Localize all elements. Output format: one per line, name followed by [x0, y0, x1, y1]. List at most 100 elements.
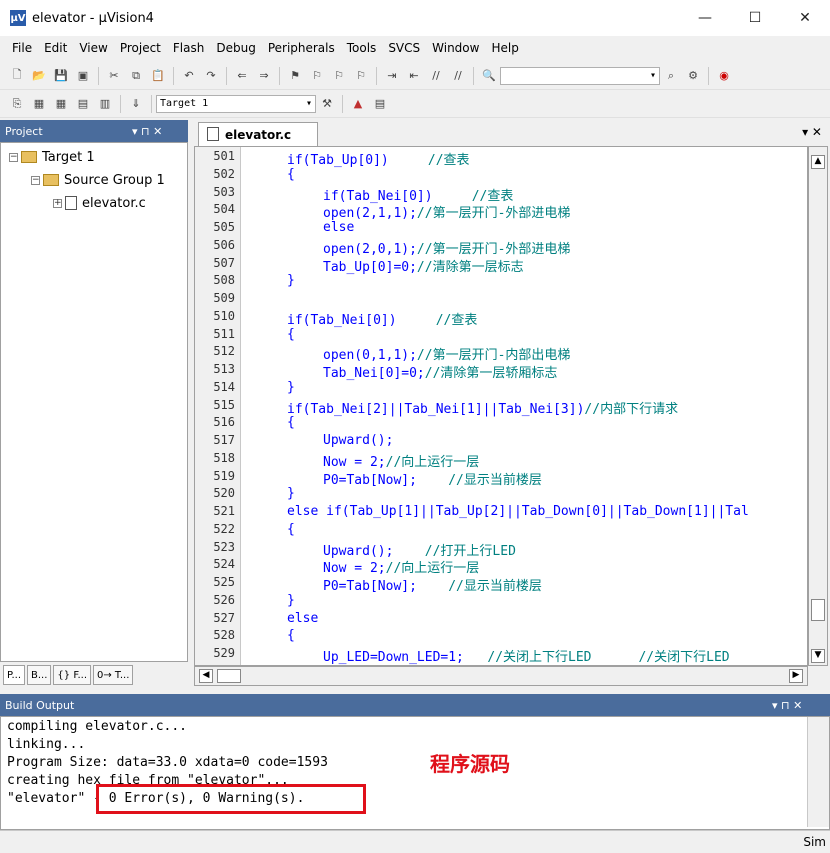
menu-item-peripherals[interactable]: Peripherals — [262, 41, 341, 55]
collapse-icon[interactable]: − — [9, 152, 18, 162]
menu-item-file[interactable]: File — [6, 41, 38, 55]
code-text: } — [287, 486, 295, 501]
target-select[interactable]: Target 1 ▾ — [156, 94, 316, 113]
debug-settings-icon[interactable]: ⚙ — [684, 67, 702, 85]
save-icon[interactable]: 💾 — [52, 67, 70, 85]
editor-tab-controls[interactable]: ▾ ✕ — [802, 125, 822, 139]
rebuild-icon[interactable]: ▦ — [52, 95, 70, 113]
build-line: linking... — [7, 737, 86, 752]
copy-icon[interactable]: ⧉ — [127, 67, 145, 85]
toolbar-separator — [98, 66, 99, 85]
download-icon[interactable]: ⇓ — [127, 95, 145, 113]
nav-forward-icon[interactable]: ⇒ — [255, 67, 273, 85]
open-file-icon[interactable]: 📂 — [30, 67, 48, 85]
bookmark-next-icon[interactable]: ⚐ — [330, 67, 348, 85]
build-vertical-scrollbar[interactable] — [807, 717, 829, 827]
menu-item-tools[interactable]: Tools — [341, 41, 383, 55]
line-number: 505 — [213, 220, 235, 234]
code-comment: //打开上行LED — [393, 543, 516, 559]
undo-icon[interactable]: ↶ — [180, 67, 198, 85]
scroll-thumb[interactable] — [217, 669, 241, 683]
code-comment: //第一层开门-内部出电梯 — [416, 348, 571, 364]
start-debug-icon[interactable]: ◉ — [715, 67, 733, 85]
menu-item-svcs[interactable]: SVCS — [382, 41, 426, 55]
toolbar-separator — [342, 94, 343, 113]
nav-back-icon[interactable]: ⇐ — [233, 67, 251, 85]
cut-icon[interactable]: ✂ — [105, 67, 123, 85]
line-number: 517 — [213, 433, 235, 447]
code-text: Upward(); //打开上行LED — [323, 540, 516, 559]
code-comment: //向上运行一层 — [385, 561, 480, 577]
batch-build-icon[interactable]: ▤ — [74, 95, 92, 113]
menu-item-edit[interactable]: Edit — [38, 41, 73, 55]
find-in-files-icon[interactable]: 🔍 — [480, 67, 498, 85]
tree-item-label: Source Group 1 — [64, 172, 165, 188]
code-statement: { — [287, 521, 295, 537]
tab-books[interactable]: B... — [27, 665, 52, 685]
close-button[interactable]: ✕ — [780, 0, 830, 36]
collapse-icon[interactable]: − — [31, 175, 40, 185]
code-statement: { — [287, 415, 295, 431]
manage-components-icon[interactable]: ▲ — [349, 95, 367, 113]
tree-item-target[interactable]: − Target 1 — [9, 147, 95, 167]
build-output-controls[interactable]: ▾ ⊓ ✕ — [772, 699, 802, 712]
select-packs-icon[interactable]: ▤ — [371, 95, 389, 113]
unindent-icon[interactable]: ⇤ — [405, 67, 423, 85]
code-comment: //显示当前楼层 — [416, 579, 542, 594]
code-statement: } — [287, 273, 295, 289]
stop-build-icon[interactable]: ▥ — [96, 95, 114, 113]
bookmark-prev-icon[interactable]: ⚐ — [308, 67, 326, 85]
menu-item-window[interactable]: Window — [426, 41, 485, 55]
menu-item-flash[interactable]: Flash — [167, 41, 210, 55]
tree-item-file[interactable]: + elevator.c — [53, 193, 146, 213]
maximize-button[interactable]: ☐ — [730, 0, 780, 36]
find-combo[interactable]: ▾ — [500, 66, 660, 85]
translate-icon[interactable]: ⎘ — [8, 95, 26, 113]
code-statement: Up_LED=Down_LED=1; — [323, 650, 464, 665]
tree-item-source-group[interactable]: − Source Group 1 — [31, 170, 165, 190]
project-panel-controls[interactable]: ▾ ⊓ ✕ — [132, 125, 162, 138]
target-options-icon[interactable]: ⚒ — [318, 95, 336, 113]
comment-icon[interactable]: // — [427, 67, 445, 85]
scroll-down-icon[interactable]: ▼ — [811, 649, 825, 663]
code-line: 522 { — [195, 521, 807, 540]
indent-icon[interactable]: ⇥ — [383, 67, 401, 85]
line-number: 501 — [213, 149, 235, 163]
code-text: Upward(); — [323, 433, 393, 448]
paste-icon[interactable]: 📋 — [149, 67, 167, 85]
line-number: 528 — [213, 628, 235, 643]
project-tree: − Target 1 − Source Group 1 + elevator.c — [0, 142, 188, 662]
line-number: 529 — [213, 646, 235, 660]
tab-elevator-c[interactable]: elevator.c — [198, 122, 318, 146]
editor-horizontal-scrollbar[interactable]: ◀ ▶ — [194, 666, 808, 686]
build-icon[interactable]: ▦ — [30, 95, 48, 113]
scroll-left-icon[interactable]: ◀ — [199, 669, 213, 683]
tab-project[interactable]: P... — [3, 665, 26, 685]
save-all-icon[interactable]: ▣ — [74, 67, 92, 85]
line-number: 516 — [213, 415, 235, 430]
menu-item-project[interactable]: Project — [114, 41, 167, 55]
code-statement: Now = 2; — [323, 561, 386, 577]
editor-vertical-scrollbar[interactable]: ▲ ▼ — [808, 146, 828, 666]
expand-icon[interactable]: + — [53, 198, 62, 208]
minimize-button[interactable]: — — [680, 0, 730, 36]
new-file-icon[interactable]: 🗋 — [8, 67, 26, 85]
redo-icon[interactable]: ↷ — [202, 67, 220, 85]
bookmark-clear-icon[interactable]: ⚐ — [352, 67, 370, 85]
code-line: 526} — [195, 593, 807, 611]
tab-templates[interactable]: 0→ T... — [93, 665, 134, 685]
menu-item-view[interactable]: View — [73, 41, 113, 55]
uncomment-icon[interactable]: // — [449, 67, 467, 85]
code-statement: Tab_Up[0]=0; — [323, 259, 417, 275]
bookmark-icon[interactable]: ⚑ — [286, 67, 304, 85]
scroll-thumb[interactable] — [811, 599, 825, 621]
code-statement: open(2,0,1); — [323, 241, 417, 257]
find-icon[interactable]: ⌕ — [662, 67, 680, 85]
tab-functions[interactable]: {} F... — [53, 665, 92, 685]
line-number: 521 — [213, 504, 235, 518]
scroll-right-icon[interactable]: ▶ — [789, 669, 803, 683]
code-editor[interactable]: 501 if(Tab_Up[0]) //查表 502 {503 if(Tab_Nei[0… — [194, 146, 808, 666]
scroll-up-icon[interactable]: ▲ — [811, 155, 825, 169]
menu-item-debug[interactable]: Debug — [210, 41, 261, 55]
menu-item-help[interactable]: Help — [485, 41, 524, 55]
